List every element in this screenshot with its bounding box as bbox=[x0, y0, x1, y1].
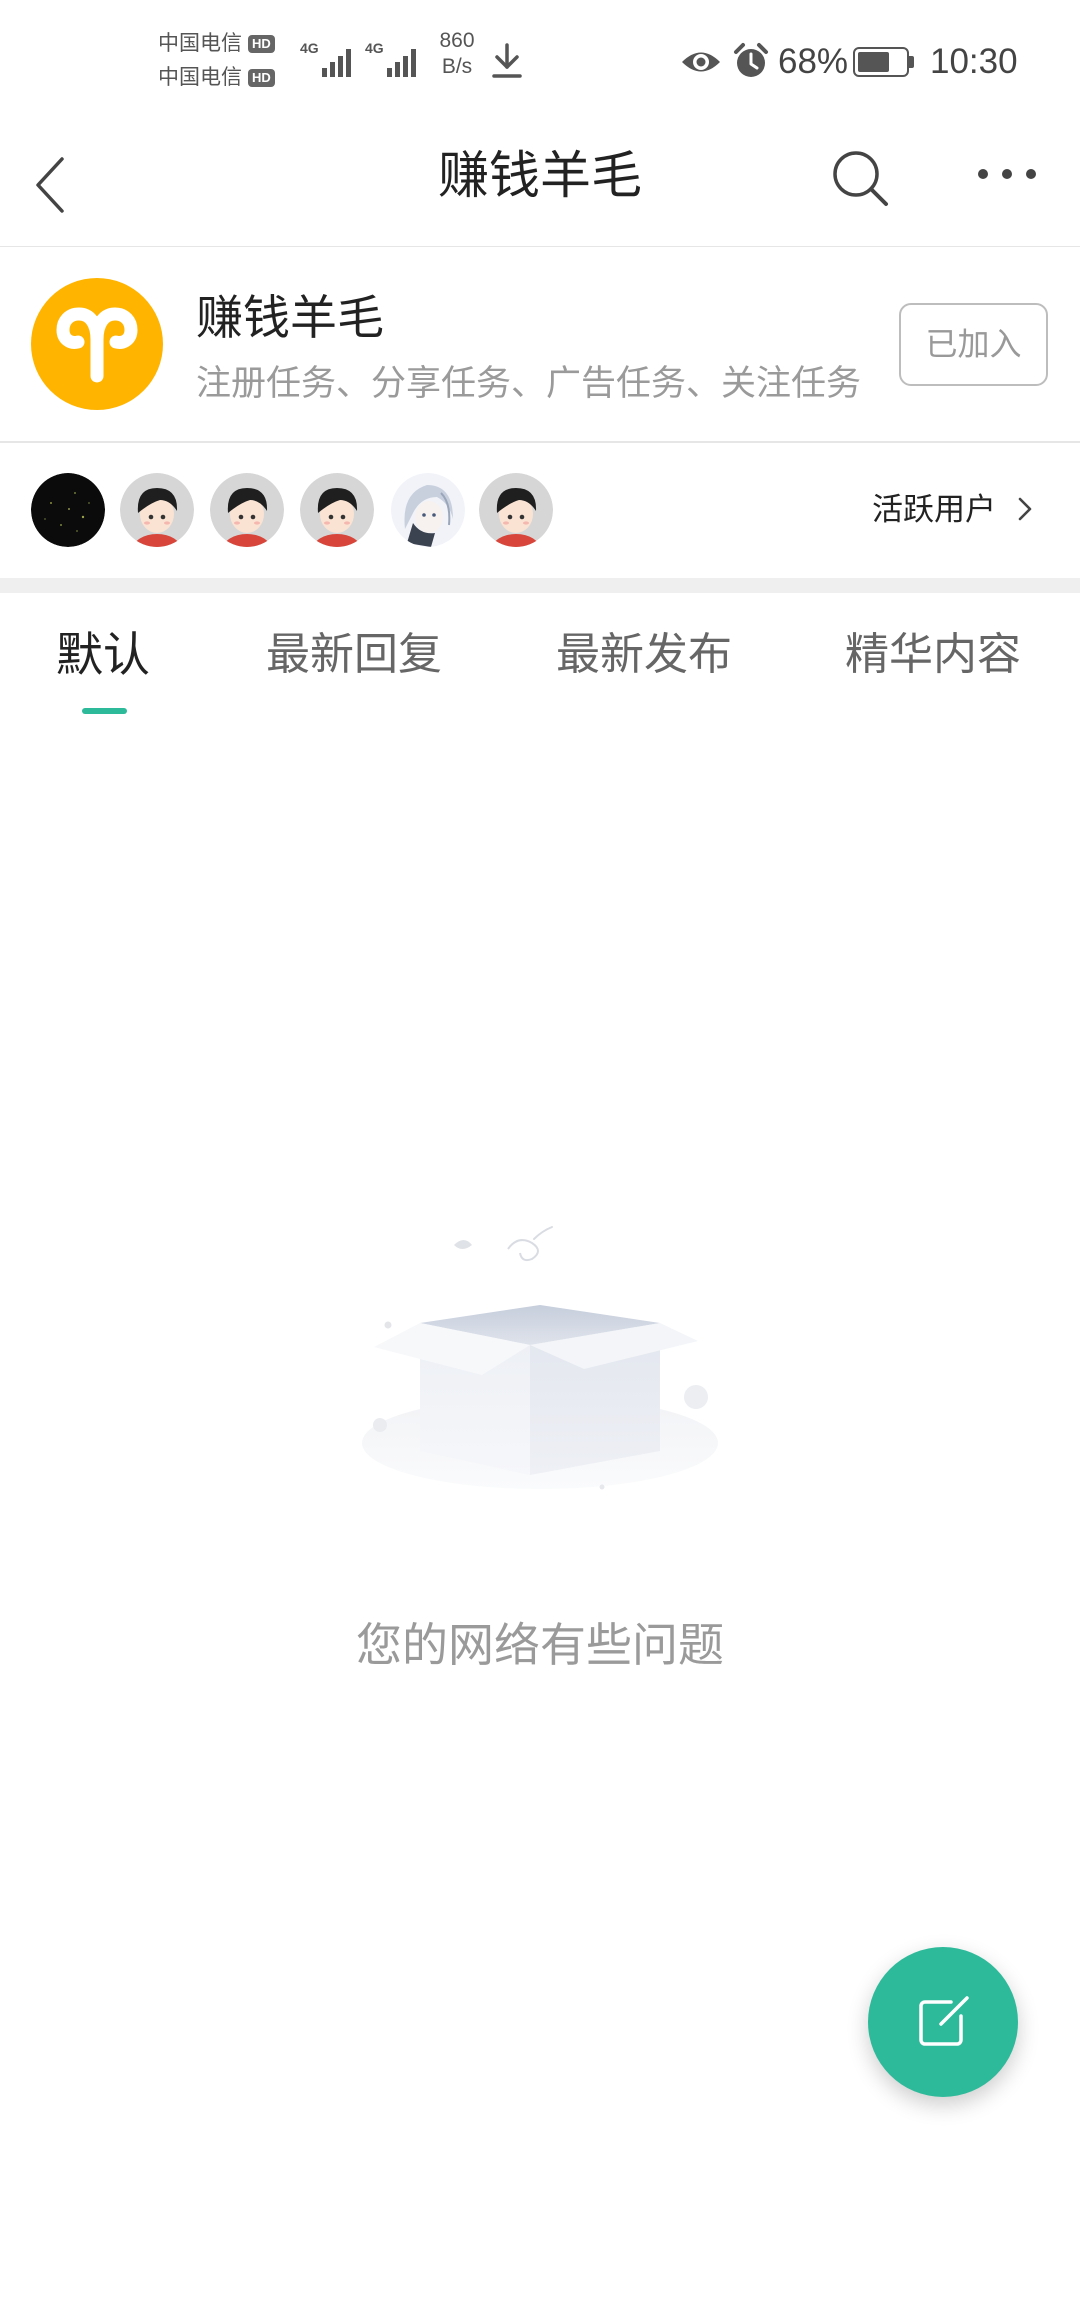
active-user-avatar[interactable] bbox=[300, 473, 374, 547]
avatar-cartoon-boy-icon bbox=[479, 473, 553, 547]
active-user-avatar[interactable] bbox=[210, 473, 284, 547]
alarm-icon bbox=[734, 43, 768, 77]
tab-latest-reply[interactable]: 最新回复 bbox=[266, 628, 442, 682]
group-name: 赚钱羊毛 bbox=[196, 291, 384, 344]
compose-fab-button[interactable] bbox=[868, 1947, 1018, 2097]
active-user-avatar[interactable] bbox=[31, 473, 105, 547]
active-user-avatar[interactable] bbox=[391, 473, 465, 547]
joined-button[interactable]: 已加入 bbox=[899, 303, 1048, 386]
page-title: 赚钱羊毛 bbox=[437, 147, 642, 204]
signal-indicator: 4G bbox=[365, 40, 423, 80]
section-separator bbox=[0, 578, 1080, 593]
active-users-link[interactable]: 活跃用户 bbox=[872, 492, 996, 528]
tab-default[interactable]: 默认 bbox=[56, 628, 150, 682]
battery-body bbox=[853, 47, 909, 77]
status-bar: 中国电信 HD 中国电信 HD 4G 4G 860 B/s 68% 10:30 bbox=[0, 0, 1080, 125]
battery-percent: 68% bbox=[778, 42, 849, 81]
hd-badge: HD bbox=[248, 35, 275, 54]
group-description: 注册任务、分享任务、广告任务、关注任务 bbox=[196, 364, 862, 403]
top-nav-bar: 赚钱羊毛 bbox=[0, 125, 1080, 247]
tab-active-indicator bbox=[82, 708, 127, 714]
download-icon bbox=[492, 43, 522, 78]
battery-nub bbox=[909, 56, 914, 68]
signal-icon bbox=[387, 49, 416, 77]
carrier-line: 中国电信 HD bbox=[158, 27, 275, 61]
empty-state-message: 您的网络有些问题 bbox=[356, 1619, 724, 1671]
more-button[interactable] bbox=[972, 149, 1042, 199]
clock: 10:30 bbox=[930, 42, 1018, 81]
search-icon bbox=[833, 151, 888, 206]
carrier-line: 中国电信 HD bbox=[158, 61, 275, 95]
eye-icon bbox=[682, 52, 720, 72]
carrier-name: 中国电信 bbox=[158, 66, 242, 89]
search-button[interactable] bbox=[826, 139, 896, 219]
network-type: 4G bbox=[300, 40, 319, 56]
avatar-cartoon-boy-icon bbox=[300, 473, 374, 547]
hd-badge: HD bbox=[248, 69, 275, 88]
net-speed-unit: B/s bbox=[441, 55, 473, 78]
empty-box-illustration bbox=[362, 1226, 718, 1490]
active-user-avatar[interactable] bbox=[120, 473, 194, 547]
divider bbox=[0, 441, 1080, 443]
avatar-dark-icon bbox=[31, 473, 105, 547]
more-icon bbox=[978, 169, 1036, 179]
network-type: 4G bbox=[365, 40, 384, 56]
signal-icon bbox=[322, 49, 351, 77]
signal-indicator: 4G bbox=[300, 40, 358, 80]
battery-icon bbox=[853, 47, 915, 77]
active-user-avatar[interactable] bbox=[479, 473, 553, 547]
avatar-cartoon-boy-icon bbox=[210, 473, 284, 547]
avatar-cartoon-boy-icon bbox=[120, 473, 194, 547]
edit-icon bbox=[919, 1996, 969, 2046]
chevron-right-icon[interactable] bbox=[1015, 494, 1035, 524]
carrier-block: 中国电信 HD 中国电信 HD bbox=[158, 27, 275, 95]
carrier-name: 中国电信 bbox=[158, 32, 242, 55]
net-speed-value: 860 bbox=[439, 29, 475, 52]
aries-ram-icon[interactable] bbox=[31, 278, 163, 410]
battery-fill bbox=[858, 52, 890, 72]
net-speed: 860 B/s bbox=[432, 28, 482, 80]
avatar-anime-girl-icon bbox=[391, 473, 465, 547]
tab-featured[interactable]: 精华内容 bbox=[845, 628, 1021, 682]
tab-latest-post[interactable]: 最新发布 bbox=[556, 628, 732, 682]
